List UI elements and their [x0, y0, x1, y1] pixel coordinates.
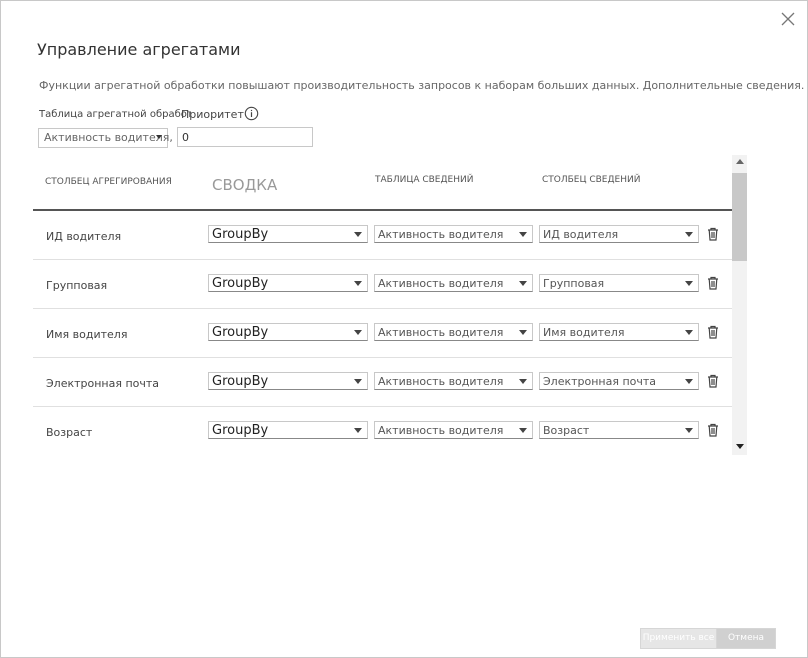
row-label: ИД водителя [46, 230, 122, 243]
trash-icon[interactable] [707, 423, 719, 437]
detail-table-select[interactable]: Активность водителя [374, 274, 533, 292]
detail-table-value: Активность водителя [378, 228, 504, 241]
summarization-select[interactable]: GroupBy [208, 323, 368, 341]
detail-column-value: Возраст [543, 424, 590, 437]
chevron-down-icon [685, 281, 693, 286]
table-row: Электронная почта GroupBy Активность вод… [33, 358, 733, 407]
priority-input-value: 0 [182, 131, 189, 144]
agg-table-label: Таблица агрегатной обработки [39, 109, 191, 120]
dialog-description: Функции агрегатной обработки повышают пр… [39, 79, 805, 92]
priority-input[interactable]: 0 [177, 127, 313, 147]
trash-icon[interactable] [707, 325, 719, 339]
scroll-down-icon[interactable] [736, 444, 744, 449]
detail-column-select[interactable]: Возраст [539, 421, 699, 439]
chevron-down-icon [354, 330, 362, 335]
summarization-value: GroupBy [212, 325, 269, 340]
row-label: Групповая [46, 279, 108, 292]
trash-icon[interactable] [707, 276, 719, 290]
chevron-down-icon [354, 379, 362, 384]
chevron-down-icon [685, 428, 693, 433]
chevron-down-icon [354, 428, 362, 433]
summarization-value: GroupBy [212, 276, 269, 291]
chevron-down-icon [685, 330, 693, 335]
manage-aggregations-dialog: Управление агрегатами Функции агрегатной… [0, 0, 808, 658]
priority-label: Приоритет [181, 108, 244, 121]
summarization-value: GroupBy [212, 374, 269, 389]
chevron-down-icon [685, 232, 693, 237]
detail-table-value: Активность водителя [378, 277, 504, 290]
row-label: Имя водителя [46, 328, 128, 341]
table-row: Групповая GroupBy Активность водителя Гр… [33, 260, 733, 309]
chevron-down-icon [354, 281, 362, 286]
close-icon[interactable] [779, 10, 797, 28]
summarization-select[interactable]: GroupBy [208, 372, 368, 390]
agg-table-select[interactable]: Активность водителя, агрегат [38, 128, 184, 148]
detail-table-value: Активность водителя [378, 375, 504, 388]
scroll-up-icon[interactable] [736, 159, 744, 164]
chevron-down-icon [685, 379, 693, 384]
detail-table-select[interactable]: Активность водителя [374, 372, 533, 390]
chevron-down-icon [519, 281, 527, 286]
detail-column-select[interactable]: ИД водителя [539, 225, 699, 243]
cancel-button[interactable]: Отмена [716, 628, 776, 649]
summarization-value: GroupBy [212, 227, 269, 242]
summarization-select[interactable]: GroupBy [208, 225, 368, 243]
detail-column-select[interactable]: Групповая [539, 274, 699, 292]
header-summarization: СВОДКА [212, 176, 278, 194]
trash-icon[interactable] [707, 227, 719, 241]
header-detail-column: СТОЛБЕЦ СВЕДЕНИЙ [542, 175, 641, 185]
detail-table-select[interactable]: Активность водителя [374, 421, 533, 439]
grid-scrollbar[interactable] [732, 155, 747, 455]
row-label: Электронная почта [46, 377, 160, 390]
dialog-title: Управление агрегатами [37, 40, 241, 59]
table-row: ИД водителя GroupBy Активность водителя … [33, 211, 733, 260]
detail-column-value: ИД водителя [543, 228, 619, 241]
chevron-down-icon [519, 379, 527, 384]
chevron-down-icon [354, 232, 362, 237]
info-icon[interactable] [244, 106, 259, 121]
table-row: Возраст GroupBy Активность водителя Возр… [33, 407, 733, 456]
chevron-down-icon [519, 428, 527, 433]
apply-all-button[interactable]: Применить все [640, 628, 717, 649]
chevron-down-icon [519, 330, 527, 335]
detail-column-select[interactable]: Электронная почта [539, 372, 699, 390]
row-label: Возраст [46, 426, 93, 439]
detail-table-value: Активность водителя [378, 424, 504, 437]
table-row: Имя водителя GroupBy Активность водителя… [33, 309, 733, 358]
summarization-select[interactable]: GroupBy [208, 421, 368, 439]
chevron-down-icon [519, 232, 527, 237]
detail-table-value: Активность водителя [378, 326, 504, 339]
detail-column-value: Групповая [543, 277, 605, 290]
detail-column-value: Электронная почта [543, 375, 657, 388]
detail-column-select[interactable]: Имя водителя [539, 323, 699, 341]
scroll-thumb[interactable] [732, 173, 747, 261]
header-agg-column: СТОЛБЕЦ АГРЕГИРОВАНИЯ [45, 177, 172, 187]
chevron-down-icon [156, 135, 162, 139]
trash-icon[interactable] [707, 374, 719, 388]
summarization-value: GroupBy [212, 423, 269, 438]
aggregations-grid: СТОЛБЕЦ АГРЕГИРОВАНИЯ СВОДКА ТАБЛИЦА СВЕ… [33, 155, 733, 455]
summarization-select[interactable]: GroupBy [208, 274, 368, 292]
detail-column-value: Имя водителя [543, 326, 625, 339]
agg-table-select-value: Активность водителя, агрегат [44, 131, 184, 144]
detail-table-select[interactable]: Активность водителя [374, 323, 533, 341]
detail-table-select[interactable]: Активность водителя [374, 225, 533, 243]
header-detail-table: ТАБЛИЦА СВЕДЕНИЙ [375, 175, 474, 185]
